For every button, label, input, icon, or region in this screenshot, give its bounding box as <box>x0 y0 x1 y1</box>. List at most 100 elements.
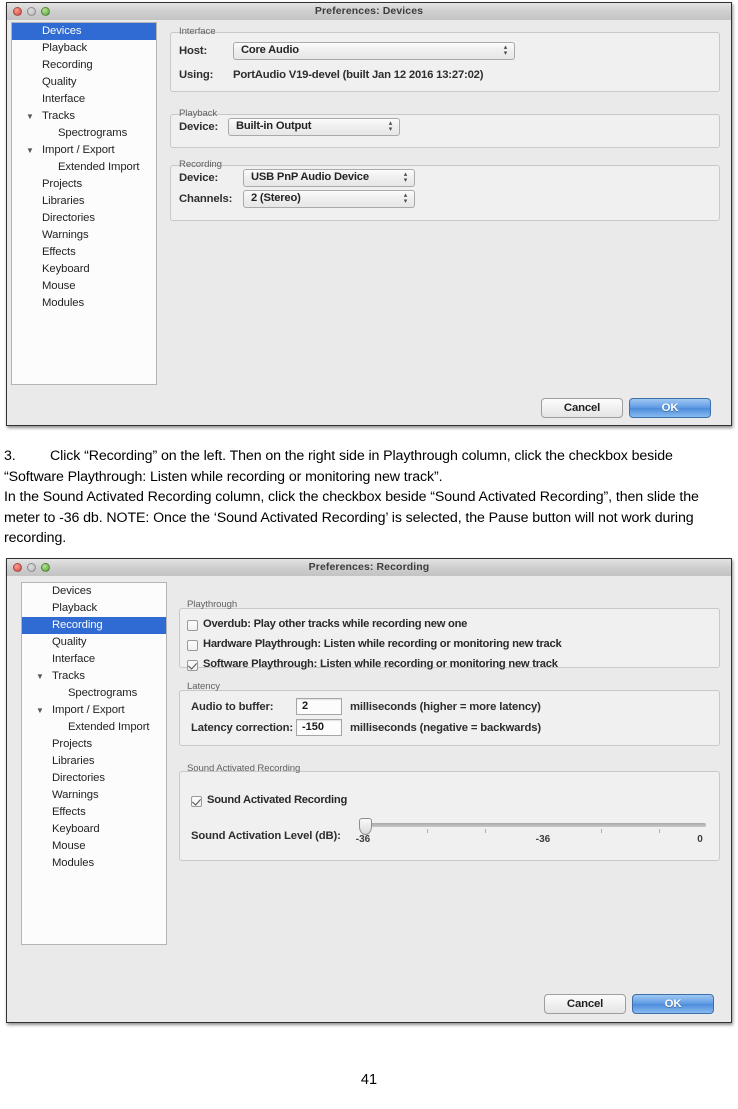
sidebar-item-recording[interactable]: Recording <box>12 57 156 74</box>
sidebar-item-modules[interactable]: Modules <box>12 295 156 312</box>
preferences-category-list[interactable]: Devices Playback Recording Quality Interface… <box>21 582 167 945</box>
audio-to-buffer-suffix: milliseconds (higher = more latency) <box>350 701 541 713</box>
software-playthrough-label: Software Playthrough: Listen while recor… <box>203 658 558 670</box>
instruction-block: 3. Click “Recording” on the left. Then on… <box>4 446 736 549</box>
sidebar-item-playback[interactable]: Playback <box>12 40 156 57</box>
sidebar-item-mouse[interactable]: Mouse <box>22 838 166 855</box>
window-chrome: Preferences: Recording Devices Playback Re… <box>7 559 731 1022</box>
sidebar-item-tracks[interactable]: ▼ Tracks <box>22 668 166 685</box>
titlebar-recording: Preferences: Recording <box>7 559 731 577</box>
sidebar-item-label: Mouse <box>42 280 76 292</box>
ok-button[interactable]: OK <box>632 994 714 1014</box>
sidebar-item-projects[interactable]: Projects <box>22 736 166 753</box>
preferences-category-list[interactable]: Devices Playback Recording Quality Interface… <box>11 22 157 385</box>
sidebar-item-import-export[interactable]: ▼ Import / Export <box>22 702 166 719</box>
audio-to-buffer-input[interactable]: 2 <box>296 698 342 715</box>
recording-channels-select[interactable]: 2 (Stereo) ▴ ▾ <box>243 190 415 208</box>
disclosure-triangle-icon[interactable]: ▼ <box>36 702 44 719</box>
sidebar-item-extended-import[interactable]: Extended Import <box>22 719 166 736</box>
host-select[interactable]: Core Audio ▴ ▾ <box>233 42 515 60</box>
sidebar-item-label: Modules <box>52 857 94 869</box>
instruction-paragraph-1: 3. Click “Recording” on the left. Then on… <box>4 446 736 487</box>
sidebar-item-mouse[interactable]: Mouse <box>12 278 156 295</box>
playback-group-label: Playback <box>179 108 218 119</box>
sidebar-item-label: Keyboard <box>52 823 100 835</box>
sound-activation-level-label: Sound Activation Level (dB): <box>191 830 341 842</box>
playback-device-label: Device: <box>179 121 219 133</box>
chevron-updown-icon: ▴ ▾ <box>403 171 408 184</box>
sidebar-item-label: Tracks <box>42 110 75 122</box>
sidebar-item-warnings[interactable]: Warnings <box>22 787 166 804</box>
hardware-playthrough-checkbox[interactable] <box>187 640 198 651</box>
audio-to-buffer-label: Audio to buffer: <box>191 701 274 713</box>
sidebar-item-playback[interactable]: Playback <box>22 600 166 617</box>
recording-device-value: USB PnP Audio Device <box>251 171 369 183</box>
sound-activation-level-slider-thumb[interactable] <box>359 818 372 835</box>
sidebar-item-label: Modules <box>42 297 84 309</box>
sidebar-item-label: Warnings <box>42 229 89 241</box>
instruction-paragraph-1-text: Click “Recording” on the left. Then on t… <box>4 448 673 485</box>
sidebar-item-effects[interactable]: Effects <box>22 804 166 821</box>
sidebar-item-libraries[interactable]: Libraries <box>12 193 156 210</box>
window-body-devices: Devices Playback Recording Quality Interface… <box>7 20 731 425</box>
window-chrome: Preferences: Devices Devices Playback Reco… <box>7 3 731 425</box>
software-playthrough-checkbox[interactable] <box>187 660 198 671</box>
slider-tick-label-mid: -36 <box>535 834 551 845</box>
sidebar-item-extended-import[interactable]: Extended Import <box>12 159 156 176</box>
sidebar-item-spectrograms[interactable]: Spectrograms <box>12 125 156 142</box>
cancel-button[interactable]: Cancel <box>541 398 623 418</box>
latency-group-label: Latency <box>187 681 220 692</box>
sound-activation-level-slider-track[interactable] <box>360 823 706 827</box>
sidebar-item-label: Tracks <box>52 670 85 682</box>
recording-device-label: Device: <box>179 172 219 184</box>
sidebar-item-label: Projects <box>42 178 83 190</box>
sidebar-item-interface[interactable]: Interface <box>22 651 166 668</box>
sidebar-item-devices[interactable]: Devices <box>12 23 156 40</box>
sidebar-item-effects[interactable]: Effects <box>12 244 156 261</box>
sidebar-item-label: Warnings <box>52 789 99 801</box>
sidebar-item-libraries[interactable]: Libraries <box>22 753 166 770</box>
sidebar-item-modules[interactable]: Modules <box>22 855 166 872</box>
chevron-updown-icon: ▴ ▾ <box>388 120 393 133</box>
host-select-value: Core Audio <box>241 44 299 56</box>
slider-tick-label-min: -36 <box>355 834 371 845</box>
sidebar-item-recording[interactable]: Recording <box>22 617 166 634</box>
sidebar-item-label: Devices <box>52 585 92 597</box>
disclosure-triangle-icon[interactable]: ▼ <box>26 142 34 159</box>
slider-tick <box>485 829 486 833</box>
sidebar-item-import-export[interactable]: ▼ Import / Export <box>12 142 156 159</box>
sidebar-item-spectrograms[interactable]: Spectrograms <box>22 685 166 702</box>
sidebar-item-keyboard[interactable]: Keyboard <box>22 821 166 838</box>
sidebar-item-directories[interactable]: Directories <box>12 210 156 227</box>
audio-to-buffer-value: 2 <box>302 700 309 712</box>
latency-correction-input[interactable]: -150 <box>296 719 342 736</box>
sound-activated-recording-checkbox[interactable] <box>191 796 202 807</box>
sidebar-item-keyboard[interactable]: Keyboard <box>12 261 156 278</box>
recording-channels-value: 2 (Stereo) <box>251 192 301 204</box>
sidebar-item-label: Libraries <box>42 195 85 207</box>
sidebar-item-warnings[interactable]: Warnings <box>12 227 156 244</box>
overdub-checkbox[interactable] <box>187 620 198 631</box>
hardware-playthrough-label: Hardware Playthrough: Listen while recor… <box>203 638 562 650</box>
disclosure-triangle-icon[interactable]: ▼ <box>26 108 34 125</box>
sidebar-item-directories[interactable]: Directories <box>22 770 166 787</box>
sidebar-item-label: Directories <box>42 212 95 224</box>
sidebar-item-label: Projects <box>52 738 93 750</box>
sidebar-item-tracks[interactable]: ▼ Tracks <box>12 108 156 125</box>
sidebar-item-interface[interactable]: Interface <box>12 91 156 108</box>
sidebar-item-projects[interactable]: Projects <box>12 176 156 193</box>
ok-button[interactable]: OK <box>629 398 711 418</box>
chevron-updown-icon: ▴ ▾ <box>503 44 508 57</box>
titlebar-devices: Preferences: Devices <box>7 3 731 21</box>
sidebar-item-quality[interactable]: Quality <box>22 634 166 651</box>
recording-group-label: Recording <box>179 159 222 170</box>
latency-group <box>179 690 720 746</box>
sidebar-item-label: Effects <box>52 806 86 818</box>
playback-device-select[interactable]: Built-in Output ▴ ▾ <box>228 118 400 136</box>
sidebar-item-devices[interactable]: Devices <box>22 583 166 600</box>
sidebar-item-quality[interactable]: Quality <box>12 74 156 91</box>
sidebar-item-label: Extended Import <box>58 161 140 173</box>
cancel-button[interactable]: Cancel <box>544 994 626 1014</box>
disclosure-triangle-icon[interactable]: ▼ <box>36 668 44 685</box>
recording-device-select[interactable]: USB PnP Audio Device ▴ ▾ <box>243 169 415 187</box>
